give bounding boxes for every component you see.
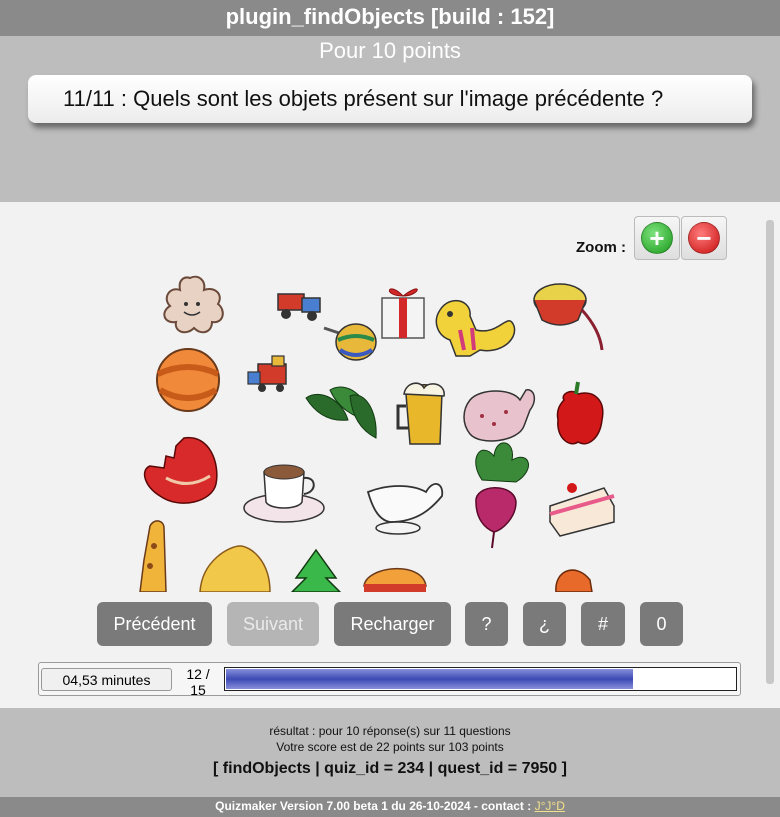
toy-dragon-icon [435,299,516,357]
quiz-ids: [ findObjects | quiz_id = 234 | quest_id… [213,760,567,777]
flower-cookie-icon [163,275,224,334]
vertical-scrollbar[interactable] [766,220,774,684]
burger-icon [363,567,427,592]
progress-bar [224,667,737,691]
points-label: Pour 10 points [319,38,461,63]
zoom-label: Zoom : [576,239,626,256]
beer-mug-icon [396,382,445,445]
red-pepper-icon [556,381,604,445]
plus-icon: + [641,222,673,254]
drum-icon [533,283,604,351]
question-text: 11/11 : Quels sont les objets présent su… [28,75,752,123]
question-counter: 12 / 15 [175,666,221,698]
spinning-top-icon [323,323,377,361]
zero-button[interactable]: 0 [640,602,683,646]
results-footer: résultat : pour 10 réponse(s) sur 11 que… [0,708,780,797]
previous-button[interactable]: Précédent [97,602,212,646]
app-title: plugin_findObjects [build : 152] [0,0,780,36]
toy-train-icon [247,355,287,392]
giraffe-icon [139,520,167,592]
version-bar: Quizmaker Version 7.00 beta 1 du 26-10-2… [0,797,780,817]
bitten-apple-icon [143,437,218,504]
fir-tree-icon [290,548,342,592]
inverted-help-button[interactable]: ¿ [523,602,566,646]
status-bar: 04,53 minutes 12 / 15 [38,662,741,698]
minus-icon: − [688,222,720,254]
quiz-area: Zoom : + − Précédent Suivant Recharger ?… [0,202,780,708]
version-text: Quizmaker Version 7.00 beta 1 du 26-10-2… [215,799,535,813]
result-score: Votre score est de 22 points sur 103 poi… [276,740,504,754]
bread-icon [555,569,593,592]
oven-mitt-icon [463,389,536,442]
zoom-out-button[interactable]: − [681,216,727,260]
hash-button[interactable]: # [581,602,625,646]
zoom-in-button[interactable]: + [634,216,680,260]
contact-link[interactable]: J°J°D [535,799,565,813]
objects-image[interactable] [120,270,640,592]
toy-truck-icon [277,293,321,321]
orange-ball-icon [156,348,220,412]
result-answers: résultat : pour 10 réponse(s) sur 11 que… [269,724,511,738]
help-button[interactable]: ? [465,602,508,646]
cake-slice-icon [549,483,615,537]
counter-current: 12 / [186,666,210,682]
question-header: Pour 10 points 11/11 : Quels sont les ob… [0,36,780,202]
radish-icon [475,442,529,549]
reload-button[interactable]: Recharger [334,602,451,646]
gravy-boat-icon [366,483,444,535]
croissant-icon [199,545,271,592]
next-button[interactable]: Suivant [227,602,319,646]
coffee-cup-icon [243,464,325,523]
gift-box-icon [381,288,425,339]
timer-display: 04,53 minutes [41,668,172,691]
counter-total: 15 [190,682,206,698]
spinach-leaves-icon [305,386,377,439]
progress-fill [226,669,633,689]
